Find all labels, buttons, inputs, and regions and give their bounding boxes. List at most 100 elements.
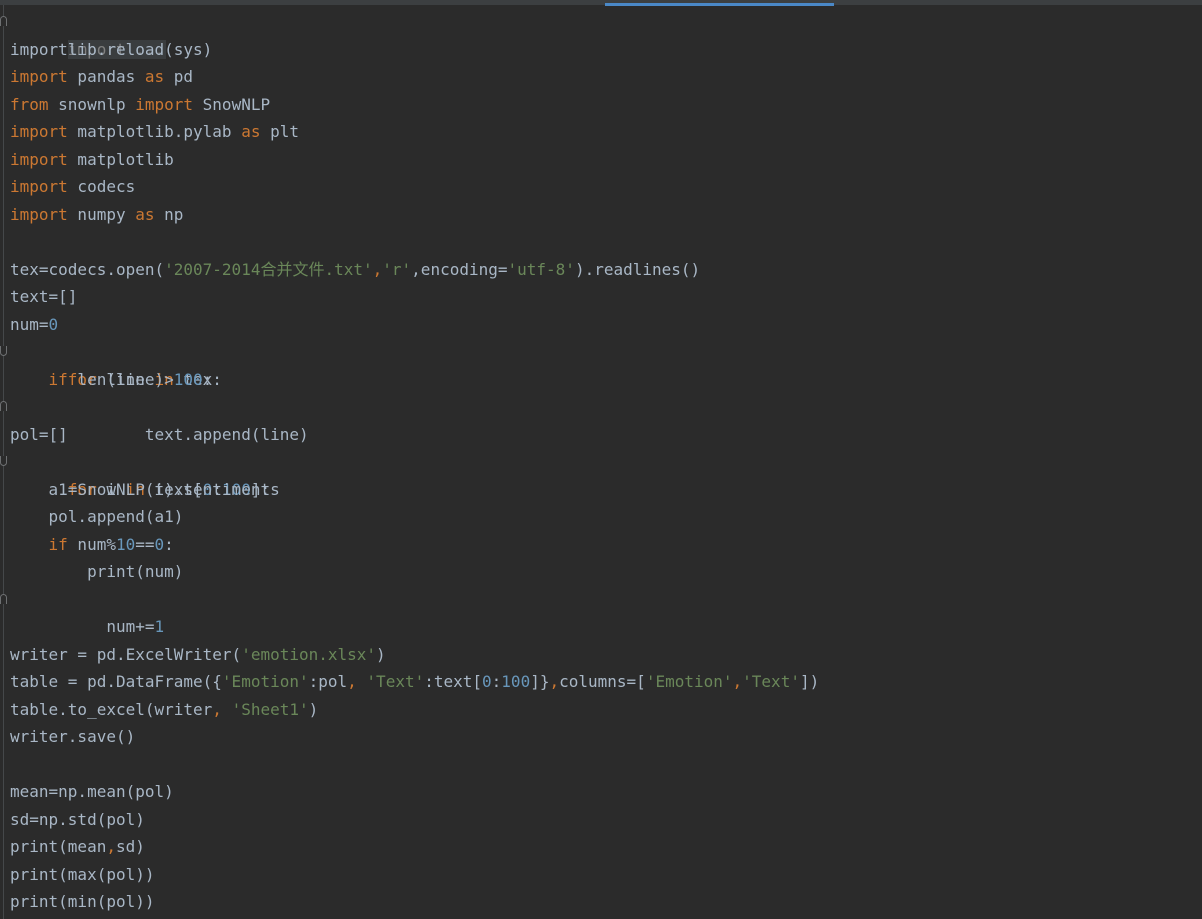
fold-end-icon[interactable] [0,401,7,411]
code-text: num= [10,314,49,334]
code-text: print(min(pol)) [10,892,155,911]
code-text: :text[ [424,672,483,691]
code-line[interactable]: import codecs [0,173,1202,201]
code-text: ) [308,699,319,719]
blank-line[interactable] [0,751,1202,779]
code-text: == [135,534,155,554]
code-text: ) [376,644,386,664]
code-text: importlib.reload(sys) [10,39,213,59]
code-line[interactable]: writer = pd.ExcelWriter('emotion.xlsx') [0,641,1202,669]
code-text: pandas [67,67,145,86]
string-token: 'Text' [366,672,425,691]
code-text: codecs [67,177,136,196]
code-line[interactable]: print(num) [0,558,1202,586]
code-text: writer.save() [10,727,136,746]
string-token: 'Emotion' [221,672,309,691]
string-token: '2007-2014合并文件.txt' [164,259,373,279]
code-line[interactable]: if num%10==0: [0,531,1202,559]
code-line[interactable]: num=0 [0,311,1202,339]
keyword-token: import [10,67,68,86]
number-token: 0 [154,534,165,554]
code-line[interactable]: import matplotlib [0,146,1202,174]
code-line[interactable]: print(max(pol)) [0,861,1202,889]
code-text: text=[] [10,287,78,306]
number-token: 100 [173,369,203,389]
code-text: tex=codecs.open( [10,259,165,279]
string-token: 'Sheet1' [231,699,309,719]
code-line[interactable]: table = pd.DataFrame({'Emotion':pol, 'Te… [0,668,1202,696]
code-line[interactable]: import ... [0,8,1202,59]
number-token: 0 [482,672,492,691]
code-text: : [202,369,213,389]
code-line[interactable]: writer.save() [0,723,1202,751]
code-line[interactable]: pol=[] [0,421,1202,449]
code-line[interactable]: tex=codecs.open('2007-2014合并文件.txt','r',… [0,256,1202,284]
number-token: 100 [501,672,531,691]
code-text: print(mean [10,837,107,856]
string-token: 'emotion.xlsx' [241,644,377,664]
code-line[interactable]: import numpy as np [0,201,1202,229]
code-text: table.to_excel(writer [10,699,213,719]
code-text: ,encoding= [411,259,508,279]
code-line[interactable]: table.to_excel(writer, 'Sheet1') [0,696,1202,724]
fold-expand-icon[interactable] [0,16,7,26]
code-line[interactable]: a1=SnowNLP(i).sentiments [0,476,1202,504]
code-text: numpy [67,204,136,224]
blank-line[interactable] [0,228,1202,256]
code-line[interactable]: import matplotlib.pylab as plt [0,118,1202,146]
keyword-token: as [144,67,165,86]
code-line[interactable]: mean=np.mean(pol) [0,778,1202,806]
code-line[interactable]: num+=1 [0,586,1202,636]
keyword-token: if [48,369,68,389]
string-token: 'utf-8' [507,259,575,279]
code-text: mean=np.mean(pol) [10,782,174,801]
code-area[interactable]: import ... importlib.reload(sys) import … [0,8,1202,916]
code-line[interactable]: import pandas as pd [0,63,1202,91]
keyword-token: import [10,122,68,141]
code-line[interactable]: importlib.reload(sys) [0,36,1202,64]
keyword-token: as [241,122,261,141]
code-text: ]) [799,672,820,691]
code-text: pd [164,67,194,86]
code-text: writer = pd.ExcelWriter( [10,644,242,664]
code-line[interactable]: sd=np.std(pol) [0,806,1202,834]
code-line[interactable]: if len(line)>100: [0,366,1202,394]
keyword-token: import [135,94,194,114]
code-text: print(max(pol)) [10,864,155,884]
code-line[interactable]: text.append(line) [0,393,1202,444]
punctuation-token: , [212,699,232,719]
code-text: sd=np.std(pol) [10,809,145,829]
code-text: snownlp [48,94,136,114]
code-line[interactable]: print(mean,sd) [0,833,1202,861]
code-line[interactable]: for line in tex: [0,338,1202,389]
code-text: a1=SnowNLP(i).sentiments [10,479,280,499]
code-line[interactable]: text=[] [0,283,1202,311]
fold-collapse-icon[interactable] [0,456,7,466]
code-text: table = pd.DataFrame({ [10,672,222,691]
code-line[interactable]: pol.append(a1) [0,503,1202,531]
code-line[interactable]: from snownlp import SnowNLP [0,91,1202,119]
code-text: SnowNLP [193,94,271,114]
number-token: 10 [115,534,136,554]
active-tab-indicator [605,3,834,6]
keyword-token: if [48,534,68,554]
code-text: sd) [115,837,145,856]
fold-collapse-icon[interactable] [0,346,7,356]
code-line[interactable]: print(min(pol)) [0,888,1202,916]
code-editor[interactable]: import ... importlib.reload(sys) import … [0,0,1202,919]
blank-line[interactable] [0,613,1202,641]
code-text: pol=[] [10,424,68,444]
fold-end-icon[interactable] [0,593,7,604]
punctuation-token: , [549,672,560,691]
code-line[interactable]: for i in text[0:100]: [0,448,1202,499]
code-text: ).readlines() [574,259,701,279]
keyword-token: import [10,177,68,196]
string-token: 'Text' [742,672,800,691]
punctuation-token: , [106,837,116,856]
punctuation-token: , [372,259,383,279]
keyword-token: as [135,204,155,224]
keyword-token: from [10,94,49,114]
number-token: 0 [48,314,59,334]
